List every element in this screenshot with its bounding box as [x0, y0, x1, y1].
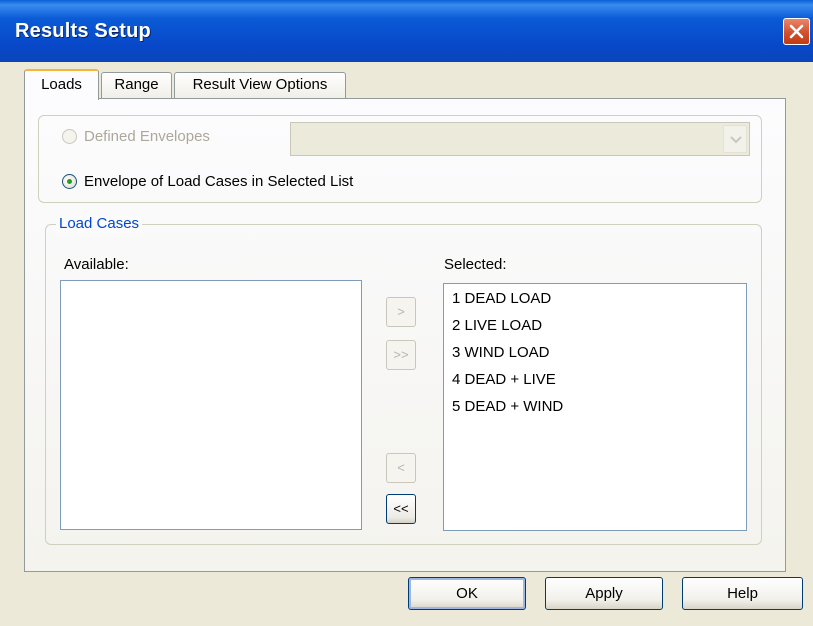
ok-button[interactable]: OK: [408, 577, 526, 610]
add-all-button[interactable]: >>: [386, 340, 416, 370]
window-title: Results Setup: [15, 20, 151, 42]
dropdown-button[interactable]: [723, 125, 747, 153]
title-bar[interactable]: Results Setup: [0, 0, 813, 62]
list-item[interactable]: 1 DEAD LOAD: [452, 285, 551, 312]
defined-envelopes-radio[interactable]: [62, 129, 77, 144]
tab-range[interactable]: Range: [101, 72, 172, 98]
defined-envelopes-combo[interactable]: [290, 122, 750, 156]
add-button[interactable]: >: [386, 297, 416, 327]
list-item[interactable]: 5 DEAD + WIND: [452, 393, 563, 420]
tab-result-view-options[interactable]: Result View Options: [174, 72, 346, 98]
results-setup-dialog: Results Setup Loads Range Result View Op…: [0, 0, 813, 626]
close-button[interactable]: [783, 18, 810, 45]
tab-loads[interactable]: Loads: [24, 69, 99, 100]
selected-list[interactable]: 1 DEAD LOAD 2 LIVE LOAD 3 WIND LOAD 4 DE…: [443, 283, 747, 531]
list-item[interactable]: 2 LIVE LOAD: [452, 312, 542, 339]
list-item[interactable]: 4 DEAD + LIVE: [452, 366, 556, 393]
help-button[interactable]: Help: [682, 577, 803, 610]
available-list[interactable]: [60, 280, 362, 530]
selected-list-label: Envelope of Load Cases in Selected List: [84, 173, 354, 190]
selected-list-radio[interactable]: [62, 174, 77, 189]
remove-all-button[interactable]: <<: [386, 494, 416, 524]
defined-envelopes-label: Defined Envelopes: [84, 128, 210, 145]
radio-selected-dot: [67, 179, 72, 184]
remove-button[interactable]: <: [386, 453, 416, 483]
selected-label: Selected:: [444, 256, 507, 273]
apply-button[interactable]: Apply: [545, 577, 663, 610]
list-item[interactable]: 3 WIND LOAD: [452, 339, 550, 366]
available-label: Available:: [64, 256, 129, 273]
load-cases-group-title: Load Cases: [56, 215, 143, 233]
